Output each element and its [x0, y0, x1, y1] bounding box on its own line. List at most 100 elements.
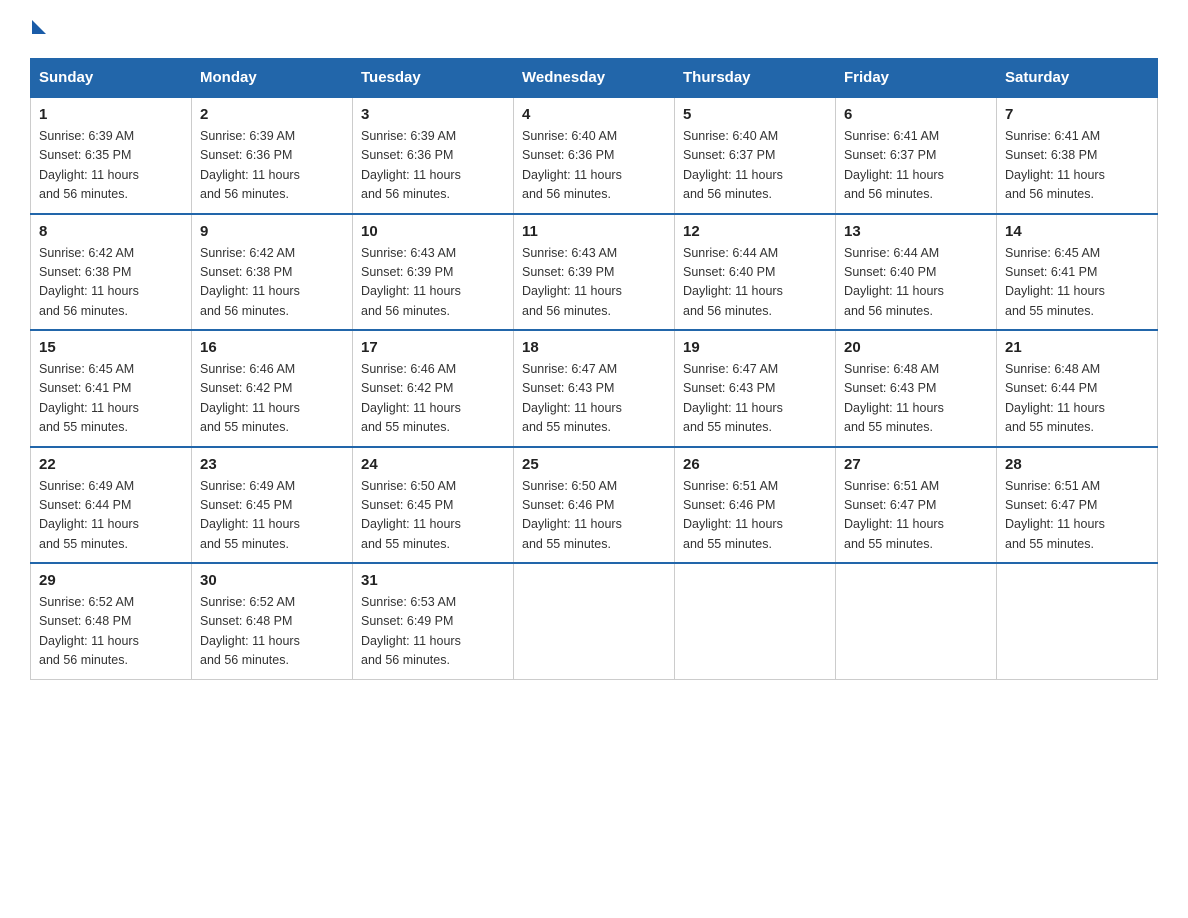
day-info: Sunrise: 6:47 AMSunset: 6:43 PMDaylight:… [522, 362, 622, 434]
logo-arrow-icon [32, 20, 46, 34]
day-number: 7 [1005, 106, 1149, 123]
day-number: 27 [844, 456, 988, 473]
calendar-day-cell: 21 Sunrise: 6:48 AMSunset: 6:44 PMDaylig… [997, 330, 1158, 447]
calendar-day-cell: 22 Sunrise: 6:49 AMSunset: 6:44 PMDaylig… [31, 447, 192, 564]
calendar-day-cell: 16 Sunrise: 6:46 AMSunset: 6:42 PMDaylig… [192, 330, 353, 447]
calendar-week-row: 15 Sunrise: 6:45 AMSunset: 6:41 PMDaylig… [31, 330, 1158, 447]
calendar-empty-cell [997, 563, 1158, 679]
day-info: Sunrise: 6:44 AMSunset: 6:40 PMDaylight:… [844, 246, 944, 318]
calendar-day-cell: 8 Sunrise: 6:42 AMSunset: 6:38 PMDayligh… [31, 214, 192, 331]
calendar-day-cell: 26 Sunrise: 6:51 AMSunset: 6:46 PMDaylig… [675, 447, 836, 564]
day-info: Sunrise: 6:49 AMSunset: 6:44 PMDaylight:… [39, 479, 139, 551]
day-number: 18 [522, 339, 666, 356]
day-number: 2 [200, 106, 344, 123]
calendar-day-cell: 3 Sunrise: 6:39 AMSunset: 6:36 PMDayligh… [353, 97, 514, 214]
header-monday: Monday [192, 59, 353, 98]
day-number: 5 [683, 106, 827, 123]
day-number: 20 [844, 339, 988, 356]
day-number: 21 [1005, 339, 1149, 356]
day-number: 28 [1005, 456, 1149, 473]
day-info: Sunrise: 6:40 AMSunset: 6:37 PMDaylight:… [683, 129, 783, 201]
day-info: Sunrise: 6:50 AMSunset: 6:45 PMDaylight:… [361, 479, 461, 551]
header-friday: Friday [836, 59, 997, 98]
day-number: 24 [361, 456, 505, 473]
calendar-day-cell: 13 Sunrise: 6:44 AMSunset: 6:40 PMDaylig… [836, 214, 997, 331]
day-info: Sunrise: 6:39 AMSunset: 6:36 PMDaylight:… [361, 129, 461, 201]
header-wednesday: Wednesday [514, 59, 675, 98]
calendar-day-cell: 4 Sunrise: 6:40 AMSunset: 6:36 PMDayligh… [514, 97, 675, 214]
calendar-day-cell: 24 Sunrise: 6:50 AMSunset: 6:45 PMDaylig… [353, 447, 514, 564]
calendar-day-cell: 11 Sunrise: 6:43 AMSunset: 6:39 PMDaylig… [514, 214, 675, 331]
calendar-day-cell: 5 Sunrise: 6:40 AMSunset: 6:37 PMDayligh… [675, 97, 836, 214]
header-thursday: Thursday [675, 59, 836, 98]
day-number: 10 [361, 223, 505, 240]
calendar-day-cell: 27 Sunrise: 6:51 AMSunset: 6:47 PMDaylig… [836, 447, 997, 564]
day-number: 30 [200, 572, 344, 589]
calendar-day-cell: 31 Sunrise: 6:53 AMSunset: 6:49 PMDaylig… [353, 563, 514, 679]
day-number: 22 [39, 456, 183, 473]
day-info: Sunrise: 6:39 AMSunset: 6:35 PMDaylight:… [39, 129, 139, 201]
day-number: 4 [522, 106, 666, 123]
calendar-day-cell: 6 Sunrise: 6:41 AMSunset: 6:37 PMDayligh… [836, 97, 997, 214]
header-sunday: Sunday [31, 59, 192, 98]
day-number: 9 [200, 223, 344, 240]
day-number: 14 [1005, 223, 1149, 240]
calendar-day-cell: 18 Sunrise: 6:47 AMSunset: 6:43 PMDaylig… [514, 330, 675, 447]
calendar-day-cell: 1 Sunrise: 6:39 AMSunset: 6:35 PMDayligh… [31, 97, 192, 214]
day-info: Sunrise: 6:41 AMSunset: 6:38 PMDaylight:… [1005, 129, 1105, 201]
header-saturday: Saturday [997, 59, 1158, 98]
calendar-week-row: 1 Sunrise: 6:39 AMSunset: 6:35 PMDayligh… [31, 97, 1158, 214]
day-info: Sunrise: 6:53 AMSunset: 6:49 PMDaylight:… [361, 595, 461, 667]
day-number: 8 [39, 223, 183, 240]
day-number: 15 [39, 339, 183, 356]
day-info: Sunrise: 6:45 AMSunset: 6:41 PMDaylight:… [39, 362, 139, 434]
day-info: Sunrise: 6:39 AMSunset: 6:36 PMDaylight:… [200, 129, 300, 201]
day-info: Sunrise: 6:49 AMSunset: 6:45 PMDaylight:… [200, 479, 300, 551]
day-info: Sunrise: 6:48 AMSunset: 6:44 PMDaylight:… [1005, 362, 1105, 434]
day-info: Sunrise: 6:50 AMSunset: 6:46 PMDaylight:… [522, 479, 622, 551]
calendar-day-cell: 30 Sunrise: 6:52 AMSunset: 6:48 PMDaylig… [192, 563, 353, 679]
day-number: 3 [361, 106, 505, 123]
day-number: 12 [683, 223, 827, 240]
day-info: Sunrise: 6:52 AMSunset: 6:48 PMDaylight:… [39, 595, 139, 667]
day-info: Sunrise: 6:43 AMSunset: 6:39 PMDaylight:… [361, 246, 461, 318]
day-number: 13 [844, 223, 988, 240]
day-number: 29 [39, 572, 183, 589]
day-info: Sunrise: 6:51 AMSunset: 6:46 PMDaylight:… [683, 479, 783, 551]
day-info: Sunrise: 6:40 AMSunset: 6:36 PMDaylight:… [522, 129, 622, 201]
calendar-day-cell: 28 Sunrise: 6:51 AMSunset: 6:47 PMDaylig… [997, 447, 1158, 564]
header-tuesday: Tuesday [353, 59, 514, 98]
day-info: Sunrise: 6:48 AMSunset: 6:43 PMDaylight:… [844, 362, 944, 434]
calendar-day-cell: 2 Sunrise: 6:39 AMSunset: 6:36 PMDayligh… [192, 97, 353, 214]
calendar-day-cell: 17 Sunrise: 6:46 AMSunset: 6:42 PMDaylig… [353, 330, 514, 447]
day-number: 23 [200, 456, 344, 473]
day-number: 31 [361, 572, 505, 589]
calendar-week-row: 29 Sunrise: 6:52 AMSunset: 6:48 PMDaylig… [31, 563, 1158, 679]
day-info: Sunrise: 6:51 AMSunset: 6:47 PMDaylight:… [1005, 479, 1105, 551]
day-info: Sunrise: 6:43 AMSunset: 6:39 PMDaylight:… [522, 246, 622, 318]
day-info: Sunrise: 6:46 AMSunset: 6:42 PMDaylight:… [361, 362, 461, 434]
day-number: 17 [361, 339, 505, 356]
calendar-day-cell: 23 Sunrise: 6:49 AMSunset: 6:45 PMDaylig… [192, 447, 353, 564]
calendar-table: SundayMondayTuesdayWednesdayThursdayFrid… [30, 58, 1158, 680]
day-number: 16 [200, 339, 344, 356]
calendar-empty-cell [675, 563, 836, 679]
calendar-empty-cell [836, 563, 997, 679]
page-header [30, 20, 1158, 38]
calendar-empty-cell [514, 563, 675, 679]
day-info: Sunrise: 6:41 AMSunset: 6:37 PMDaylight:… [844, 129, 944, 201]
calendar-day-cell: 14 Sunrise: 6:45 AMSunset: 6:41 PMDaylig… [997, 214, 1158, 331]
day-number: 11 [522, 223, 666, 240]
day-info: Sunrise: 6:46 AMSunset: 6:42 PMDaylight:… [200, 362, 300, 434]
calendar-week-row: 22 Sunrise: 6:49 AMSunset: 6:44 PMDaylig… [31, 447, 1158, 564]
calendar-day-cell: 12 Sunrise: 6:44 AMSunset: 6:40 PMDaylig… [675, 214, 836, 331]
day-info: Sunrise: 6:51 AMSunset: 6:47 PMDaylight:… [844, 479, 944, 551]
calendar-day-cell: 25 Sunrise: 6:50 AMSunset: 6:46 PMDaylig… [514, 447, 675, 564]
calendar-day-cell: 7 Sunrise: 6:41 AMSunset: 6:38 PMDayligh… [997, 97, 1158, 214]
day-info: Sunrise: 6:47 AMSunset: 6:43 PMDaylight:… [683, 362, 783, 434]
day-number: 1 [39, 106, 183, 123]
day-number: 19 [683, 339, 827, 356]
calendar-day-cell: 15 Sunrise: 6:45 AMSunset: 6:41 PMDaylig… [31, 330, 192, 447]
day-number: 6 [844, 106, 988, 123]
day-info: Sunrise: 6:45 AMSunset: 6:41 PMDaylight:… [1005, 246, 1105, 318]
